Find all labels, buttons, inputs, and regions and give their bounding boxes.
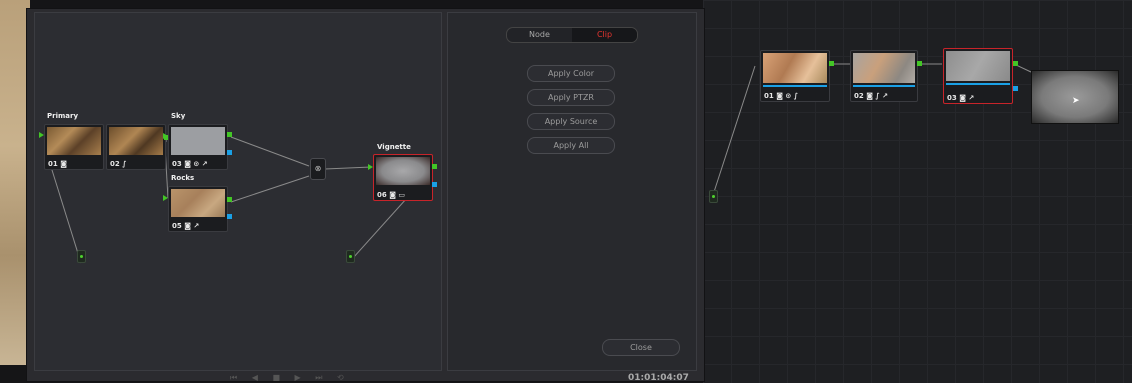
node-06[interactable]: 06 ◙ ▭ <box>373 154 433 201</box>
node-02[interactable]: 02 ∫ <box>106 124 166 170</box>
node-05[interactable]: 05 ◙ ↗ <box>168 186 228 232</box>
transport-controls[interactable]: ⏮ ◀ ■ ▶ ⏭ ⟲ <box>230 373 350 383</box>
node-clip-toggle[interactable]: Node Clip <box>506 27 638 43</box>
node-01[interactable]: 01 ◙ <box>44 124 104 170</box>
right-node-01[interactable]: 01 ◙ ⊙ ∫ <box>760 50 830 102</box>
node-05-output[interactable] <box>227 197 232 202</box>
right-node-01-label: 01 ◙ ⊙ ∫ <box>764 92 798 100</box>
apply-source-button[interactable]: Apply Source <box>527 113 615 130</box>
node-06-title: Vignette <box>377 143 411 151</box>
mouse-cursor-icon: ➤ <box>1072 96 1080 106</box>
right-node-02-label: 02 ◙ ∫ ↗ <box>854 92 888 100</box>
node-thumbnail <box>171 127 225 155</box>
node-thumbnail <box>853 53 915 83</box>
key-input-dot[interactable] <box>346 250 355 263</box>
node-thumbnail <box>171 189 225 217</box>
right-input-dot[interactable] <box>709 190 718 203</box>
timecode: 01:01:04:07 <box>628 373 689 383</box>
node-05-key-output[interactable] <box>227 214 232 219</box>
node-thumbnail <box>47 127 101 155</box>
mixer-icon: ⊗ <box>314 164 322 173</box>
node-03-output[interactable] <box>227 132 232 137</box>
node-06-key-output[interactable] <box>432 182 437 187</box>
node-thumbnail <box>109 127 163 155</box>
node-02-label: 02 ∫ <box>110 160 127 168</box>
right-node-03-output[interactable] <box>1013 61 1018 66</box>
node-bar <box>763 85 827 87</box>
apply-color-button[interactable]: Apply Color <box>527 65 615 82</box>
close-button[interactable]: Close <box>602 339 680 356</box>
node-thumbnail <box>763 53 827 83</box>
node-06-label: 06 ◙ ▭ <box>377 191 406 199</box>
node-03[interactable]: 03 ◙ ⊙ ↗ <box>168 124 228 170</box>
node-06-output[interactable] <box>432 164 437 169</box>
tab-clip[interactable]: Clip <box>572 28 637 42</box>
right-node-03-key-output[interactable] <box>1013 86 1018 91</box>
node-03-key-output[interactable] <box>227 150 232 155</box>
right-node-02-output[interactable] <box>917 61 922 66</box>
key-input-dot[interactable] <box>77 250 86 263</box>
right-node-01-output[interactable] <box>829 61 834 66</box>
node-03-label: 03 ◙ ⊙ ↗ <box>172 160 208 168</box>
node-bar <box>853 85 915 87</box>
apply-ptzr-button[interactable]: Apply PTZR <box>527 89 615 106</box>
right-node-03-label: 03 ◙ ↗ <box>947 94 975 102</box>
right-node-02[interactable]: 02 ◙ ∫ ↗ <box>850 50 918 102</box>
node-05-label: 05 ◙ ↗ <box>172 222 200 230</box>
node-05-title: Rocks <box>171 174 195 182</box>
right-node-03[interactable]: 03 ◙ ↗ <box>943 48 1013 104</box>
node-01-title: Primary <box>47 112 79 120</box>
parallel-mixer-node[interactable]: ⊗ <box>310 158 326 180</box>
node-03-title: Sky <box>171 112 186 120</box>
apply-all-button[interactable]: Apply All <box>527 137 615 154</box>
background-node-graph[interactable]: 01 ◙ ⊙ ∫ 02 ◙ ∫ ↗ 03 ◙ ↗ <box>703 0 1132 383</box>
node-01-label: 01 ◙ <box>48 160 67 168</box>
node-thumbnail <box>376 157 430 185</box>
node-graph-area[interactable]: Primary 01 ◙ 02 ∫ Sky 03 ◙ ⊙ ↗ Rocks 05 … <box>34 12 442 371</box>
node-bar <box>946 83 1010 85</box>
tab-node[interactable]: Node <box>507 28 572 42</box>
node-thumbnail <box>946 51 1010 81</box>
